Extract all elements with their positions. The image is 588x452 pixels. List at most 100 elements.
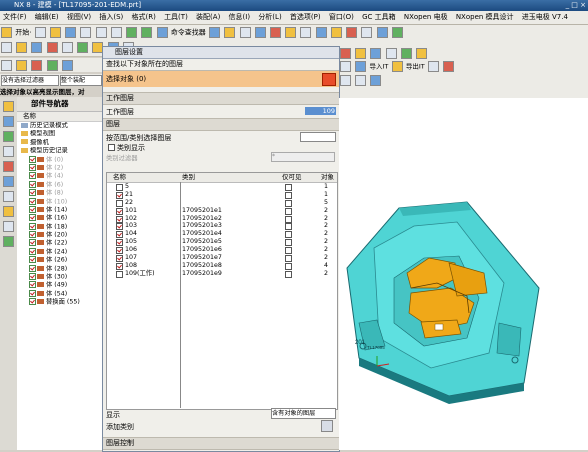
copy-icon[interactable] [95,27,107,38]
nav-item[interactable]: 体 (0) [17,155,102,164]
nav-item-checkbox[interactable] [29,205,36,213]
start-icon[interactable] [1,27,12,38]
graphics-window[interactable]: 201 TL17095 [339,98,588,450]
nav-item[interactable]: 体 (24) [17,247,102,256]
manufacturing-wizards-icon[interactable] [3,236,14,247]
nav-item-checkbox[interactable] [29,197,36,205]
wcs-icon[interactable] [370,48,382,59]
nav-item[interactable]: 替换面 (55) [17,298,102,306]
nav-item[interactable]: 体 (8) [17,189,102,197]
nav-item-checkbox[interactable] [29,298,36,306]
nav-item-checkbox[interactable] [29,155,36,163]
cut-icon[interactable] [80,27,92,38]
menu-window[interactable]: 窗口(O) [326,11,357,24]
nav-item[interactable]: 体 (22) [17,239,102,247]
face-icon[interactable] [61,60,73,71]
layer-row[interactable]: 22 5 [107,199,337,207]
clipboard-icon[interactable] [427,61,439,72]
work-layer-input[interactable]: 109 [305,107,336,115]
orient-icon[interactable] [370,75,382,86]
menu-edit[interactable]: 编辑(E) [32,11,62,24]
snap-icon[interactable] [16,60,28,71]
nav-item[interactable]: 模型视图 [17,130,102,138]
nav-item[interactable]: 摄像机 [17,139,102,147]
layer-row[interactable]: 103 17095201e3 2 [107,222,337,231]
nav-item[interactable]: 体 (49) [17,281,102,289]
undo-icon[interactable] [126,27,138,38]
nav-item-checkbox[interactable] [29,247,36,255]
datum-icon[interactable] [385,48,397,59]
menu-preferences[interactable]: 首选项(P) [287,11,324,24]
mold-icon[interactable] [355,48,367,59]
wireframe-icon[interactable] [239,27,251,38]
hole-icon[interactable] [315,27,327,38]
layer-row[interactable]: 101 17095201e1 2 [107,207,337,215]
menu-nxopen-mold[interactable]: NXopen 模具设计 [453,11,517,24]
menu-tools[interactable]: 工具(T) [161,11,191,24]
nav-item[interactable]: 体 (6) [17,180,102,189]
paste-icon[interactable] [110,27,122,38]
nav-item[interactable]: 体 (54) [17,289,102,298]
menu-gc-toolbox[interactable]: GC 工具箱 [359,11,399,24]
menu-electrode-v74[interactable]: 进玉电极 V7.4 [519,11,571,24]
export-it-button[interactable]: 导出IT [406,63,425,71]
nav-item-checkbox[interactable] [29,231,36,239]
electrode-icon[interactable] [340,48,351,59]
constraint-navigator-icon[interactable] [3,116,14,127]
selection-filter-dropdown[interactable]: 没有选择过滤器 [1,75,59,86]
extrude-icon[interactable] [285,27,297,38]
arrow-icon[interactable] [355,75,367,86]
menu-assembly[interactable]: 装配(A) [193,11,223,24]
layer-row[interactable]: 107 17095201e7 2 [107,254,337,263]
select-object-row[interactable]: 选择对象 (0) [103,71,339,87]
web-browser-icon[interactable] [3,176,14,187]
nav-item[interactable]: 体 (4) [17,172,102,180]
nav-item-checkbox[interactable] [29,214,36,222]
nav-item-checkbox[interactable] [29,273,36,281]
filter-icon[interactable] [31,60,43,71]
system-materials-icon[interactable] [3,206,14,217]
assembly-scope-dropdown[interactable]: 整个装配 [60,75,102,86]
layer-row[interactable]: 21 1 [107,191,337,199]
spline-icon[interactable] [391,27,403,38]
nav-item[interactable]: 体 (28) [17,264,102,273]
nav-item[interactable]: 体 (14) [17,205,102,214]
col-name[interactable]: 名称 [113,173,126,182]
category-filter-dropdown[interactable]: * [271,152,335,162]
command-finder-icon[interactable] [156,27,168,38]
nav-item[interactable]: 体 (20) [17,231,102,239]
nav-item-checkbox[interactable] [29,222,36,230]
layer-row[interactable]: 105 17095201e5 2 [107,238,337,247]
arc-icon[interactable] [376,27,388,38]
analysis-icon[interactable] [77,42,89,53]
visible-only-checkbox[interactable] [285,270,292,278]
curve-icon[interactable] [346,27,358,38]
nav-item-checkbox[interactable] [29,289,36,297]
col-objects[interactable]: 对象 [321,173,334,182]
delete-icon[interactable] [443,61,455,72]
layer-icon[interactable] [1,42,12,53]
nav-item[interactable]: 模型历史记录 [17,147,102,155]
work-layer-section[interactable]: 工作图层 [103,92,339,105]
nav-item-checkbox[interactable] [29,239,36,247]
line-icon[interactable] [361,27,373,38]
menu-view[interactable]: 视图(V) [64,11,94,24]
show-dropdown[interactable]: 含有对象的图层 [271,408,336,419]
nav-item-checkbox[interactable] [29,189,36,197]
nav-item[interactable]: 体 (26) [17,256,102,264]
process-studio-icon[interactable] [3,221,14,232]
sketch-icon[interactable] [269,27,281,38]
nav-item[interactable]: 体 (30) [17,273,102,281]
nav-item[interactable]: 体 (10) [17,197,102,206]
revolve-icon[interactable] [300,27,312,38]
category-display-checkbox[interactable] [108,144,115,151]
point-icon[interactable] [46,60,58,71]
edit-icon[interactable] [46,42,58,53]
import-it-button[interactable]: 导入IT [369,63,388,71]
menu-info[interactable]: 信息(I) [226,11,254,24]
nav-item-checkbox[interactable] [29,163,36,171]
nav-item-checkbox[interactable] [29,256,36,264]
window-controls[interactable]: _ □ × [566,0,586,11]
nav-item[interactable]: 体 (2) [17,163,102,172]
start-button[interactable]: 开始· [15,29,31,37]
